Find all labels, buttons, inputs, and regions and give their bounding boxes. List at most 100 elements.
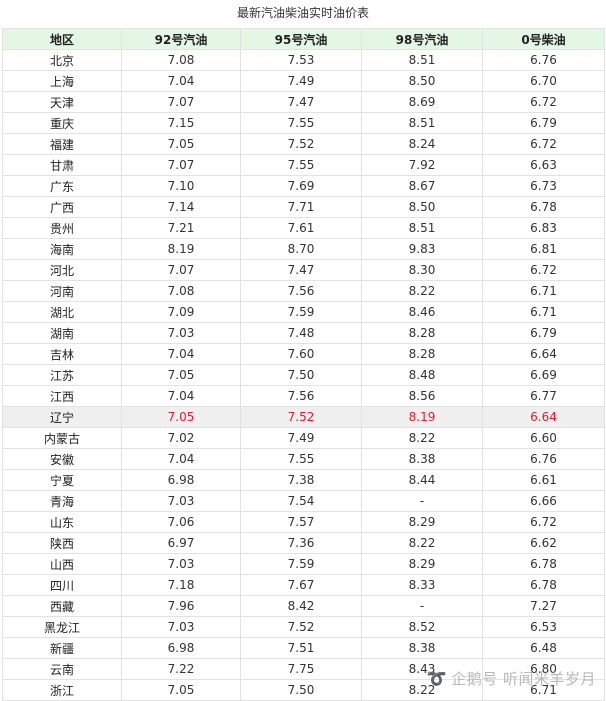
table-row: 广西 7.14 7.71 8.50 6.78 [2,196,605,218]
cell-region: 内蒙古 [2,427,122,449]
cell-region: 吉林 [2,343,122,365]
table-row: 吉林 7.04 7.60 8.28 6.64 [2,343,605,365]
cell-95-gasoline: 7.47 [240,91,362,113]
cell-98-gasoline: 8.22 [361,427,483,449]
cell-98-gasoline: 8.19 [361,406,483,428]
cell-98-gasoline: 8.33 [361,574,483,596]
column-header-region: 地区 [2,28,122,50]
cell-region: 广西 [2,196,122,218]
cell-98-gasoline: 8.38 [361,637,483,659]
watermark: ➰ 企鹅号 听闻米羊岁月 [427,668,596,689]
cell-region: 山西 [2,553,122,575]
cell-0-diesel: 6.71 [482,301,605,323]
cell-region: 上海 [2,70,122,92]
cell-region: 山东 [2,511,122,533]
cell-98-gasoline: - [361,595,483,617]
cell-98-gasoline: 8.50 [361,70,483,92]
cell-0-diesel: 6.76 [482,448,605,470]
table-row: 福建 7.05 7.52 8.24 6.72 [2,133,605,155]
cell-95-gasoline: 7.57 [240,511,362,533]
cell-98-gasoline: 8.29 [361,553,483,575]
table-row: 河南 7.08 7.56 8.22 6.71 [2,280,605,302]
cell-0-diesel: 6.73 [482,175,605,197]
table-row: 山西 7.03 7.59 8.29 6.78 [2,553,605,575]
cell-92-gasoline: 7.06 [121,511,241,533]
cell-95-gasoline: 7.49 [240,427,362,449]
cell-95-gasoline: 8.70 [240,238,362,260]
penguin-logo-icon: ➰ [426,669,448,688]
cell-region: 贵州 [2,217,122,239]
cell-95-gasoline: 7.56 [240,280,362,302]
cell-region: 海南 [2,238,122,260]
cell-95-gasoline: 7.50 [240,679,362,701]
table-row: 广东 7.10 7.69 8.67 6.73 [2,175,605,197]
cell-95-gasoline: 7.61 [240,217,362,239]
cell-0-diesel: 6.62 [482,532,605,554]
table-row: 内蒙古 7.02 7.49 8.22 6.60 [2,427,605,449]
cell-region: 江西 [2,385,122,407]
column-header-98-gasoline: 98号汽油 [361,28,483,50]
cell-92-gasoline: 6.98 [121,469,241,491]
cell-98-gasoline: 8.67 [361,175,483,197]
cell-98-gasoline: 8.51 [361,217,483,239]
table-row: 河北 7.07 7.47 8.30 6.72 [2,259,605,281]
cell-region: 福建 [2,133,122,155]
cell-98-gasoline: 8.51 [361,112,483,134]
cell-region: 四川 [2,574,122,596]
cell-95-gasoline: 7.50 [240,364,362,386]
cell-92-gasoline: 7.14 [121,196,241,218]
cell-0-diesel: 6.83 [482,217,605,239]
cell-0-diesel: 6.72 [482,259,605,281]
table-row: 安徽 7.04 7.55 8.38 6.76 [2,448,605,470]
table-row: 上海 7.04 7.49 8.50 6.70 [2,70,605,92]
table-row: 四川 7.18 7.67 8.33 6.78 [2,574,605,596]
cell-98-gasoline: 8.44 [361,469,483,491]
cell-98-gasoline: 8.69 [361,91,483,113]
table-row: 辽宁 7.05 7.52 8.19 6.64 [2,406,605,428]
cell-0-diesel: 6.48 [482,637,605,659]
cell-98-gasoline: 8.38 [361,448,483,470]
cell-region: 北京 [2,49,122,71]
cell-92-gasoline: 7.03 [121,322,241,344]
cell-98-gasoline: 8.30 [361,259,483,281]
cell-0-diesel: 6.77 [482,385,605,407]
table-row: 海南 8.19 8.70 9.83 6.81 [2,238,605,260]
cell-98-gasoline: 8.28 [361,343,483,365]
table-row: 天津 7.07 7.47 8.69 6.72 [2,91,605,113]
cell-92-gasoline: 7.07 [121,91,241,113]
cell-92-gasoline: 6.98 [121,637,241,659]
cell-0-diesel: 6.60 [482,427,605,449]
cell-0-diesel: 6.79 [482,112,605,134]
table-row: 山东 7.06 7.57 8.29 6.72 [2,511,605,533]
cell-region: 新疆 [2,637,122,659]
cell-0-diesel: 6.76 [482,49,605,71]
cell-95-gasoline: 7.71 [240,196,362,218]
cell-92-gasoline: 7.03 [121,616,241,638]
cell-98-gasoline: - [361,490,483,512]
table-row: 湖南 7.03 7.48 8.28 6.79 [2,322,605,344]
cell-95-gasoline: 7.51 [240,637,362,659]
cell-92-gasoline: 7.05 [121,133,241,155]
cell-92-gasoline: 7.08 [121,280,241,302]
cell-95-gasoline: 7.55 [240,112,362,134]
cell-region: 广东 [2,175,122,197]
cell-92-gasoline: 7.22 [121,658,241,680]
cell-92-gasoline: 8.19 [121,238,241,260]
cell-98-gasoline: 8.52 [361,616,483,638]
cell-95-gasoline: 7.52 [240,406,362,428]
cell-0-diesel: 7.27 [482,595,605,617]
cell-0-diesel: 6.72 [482,511,605,533]
cell-region: 甘肃 [2,154,122,176]
cell-region: 湖南 [2,322,122,344]
cell-region: 江苏 [2,364,122,386]
table-row: 北京 7.08 7.53 8.51 6.76 [2,49,605,71]
cell-0-diesel: 6.72 [482,133,605,155]
cell-0-diesel: 6.78 [482,196,605,218]
cell-95-gasoline: 7.55 [240,154,362,176]
cell-98-gasoline: 8.28 [361,322,483,344]
cell-92-gasoline: 7.04 [121,70,241,92]
table-row: 陕西 6.97 7.36 8.22 6.62 [2,532,605,554]
cell-0-diesel: 6.61 [482,469,605,491]
cell-0-diesel: 6.66 [482,490,605,512]
table-row: 重庆 7.15 7.55 8.51 6.79 [2,112,605,134]
